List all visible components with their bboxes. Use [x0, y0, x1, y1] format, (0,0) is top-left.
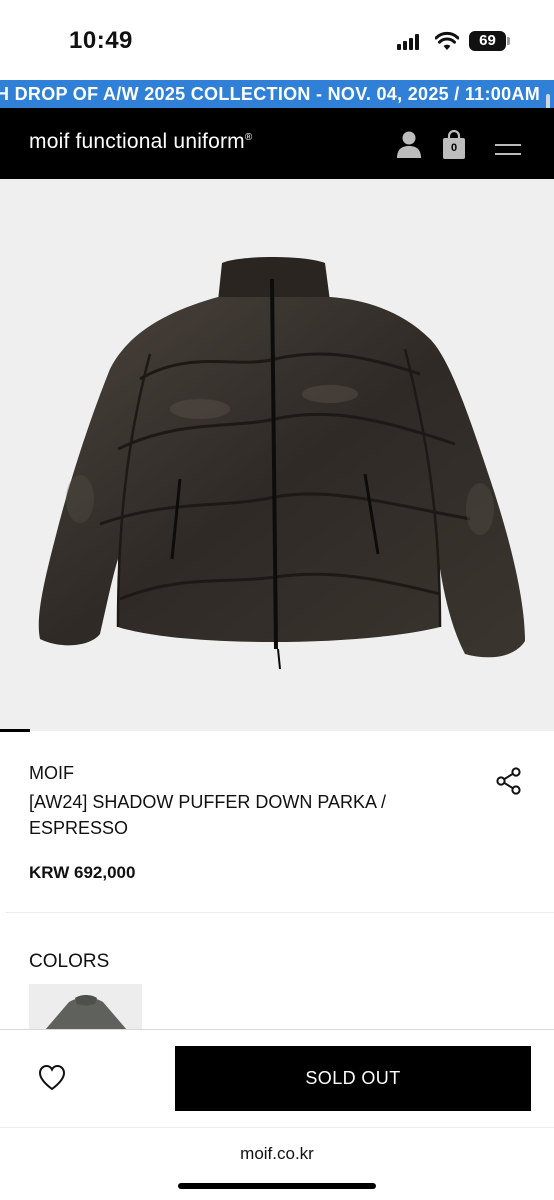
battery-level: 69 — [469, 31, 506, 51]
signal-icon — [397, 34, 423, 50]
user-icon[interactable] — [396, 130, 422, 158]
product-brand: MOIF — [29, 763, 74, 783]
heart-icon[interactable] — [36, 1063, 68, 1093]
status-time: 10:49 — [69, 27, 133, 54]
status-bar: 10:49 69 — [0, 0, 554, 80]
menu-icon[interactable] — [495, 144, 521, 160]
gallery-indicator[interactable] — [0, 729, 30, 732]
url-field[interactable]: moif.co.kr — [0, 1144, 554, 1164]
colors-label: COLORS — [29, 951, 110, 972]
home-indicator[interactable] — [178, 1183, 376, 1189]
color-swatch-thumbnail[interactable] — [29, 984, 142, 1030]
battery-icon: 69 — [469, 31, 511, 51]
brand-name: moif functional uniform — [29, 130, 245, 153]
share-icon[interactable] — [496, 767, 522, 795]
wifi-icon — [435, 31, 459, 50]
cart-count: 0 — [450, 142, 458, 154]
browser-bar: moif.co.kr — [0, 1127, 554, 1200]
product-name: [AW24] SHADOW PUFFER DOWN PARKA / ESPRES… — [29, 792, 387, 838]
site-header: moif functional uniform® 0 — [0, 108, 554, 179]
product-image[interactable] — [0, 179, 554, 731]
product-price: KRW 692,000 — [29, 863, 136, 882]
divider — [6, 912, 554, 913]
sold-out-button[interactable]: SOLD OUT — [175, 1046, 531, 1111]
announcement-banner[interactable]: H DROP OF A/W 2025 COLLECTION - NOV. 04,… — [0, 80, 554, 108]
registered-mark: ® — [244, 132, 253, 143]
shopping-bag-icon[interactable]: 0 — [442, 129, 466, 160]
announcement-text: H DROP OF A/W 2025 COLLECTION - NOV. 04,… — [0, 84, 540, 104]
action-bar: SOLD OUT — [0, 1029, 554, 1127]
jacket-image — [38, 257, 526, 670]
brand-logo[interactable]: moif functional uniform® — [29, 130, 252, 154]
